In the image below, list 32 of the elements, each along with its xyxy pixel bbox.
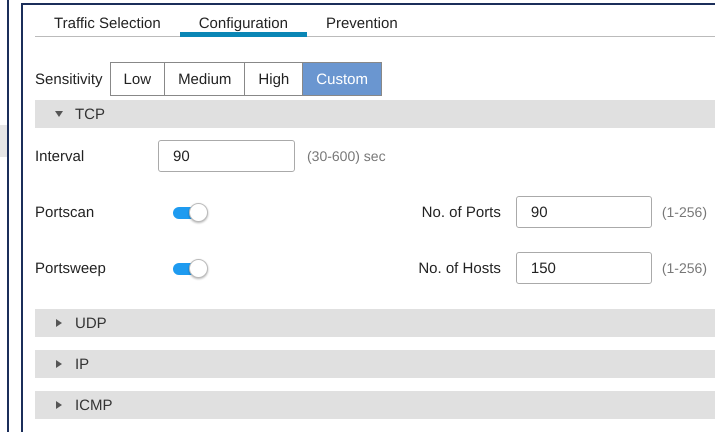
sensitivity-option[interactable]: High — [244, 62, 304, 96]
caret-icon — [55, 319, 63, 327]
number-field[interactable]: 90 — [516, 196, 652, 228]
section-header[interactable]: ICMP — [35, 391, 715, 419]
section-title: UDP — [75, 314, 107, 332]
caret-icon — [55, 401, 63, 409]
section-title: IP — [75, 356, 90, 372]
tab[interactable]: Configuration — [180, 5, 307, 37]
interval-field[interactable]: 90 — [158, 140, 295, 172]
caret-icon — [55, 360, 63, 368]
tab[interactable]: Prevention — [306, 5, 417, 37]
toggle-switch[interactable] — [173, 203, 207, 221]
field-label: No. of Ports — [422, 204, 501, 220]
number-field[interactable]: 150 — [516, 252, 652, 284]
tab[interactable]: Traffic Selection — [35, 5, 180, 37]
caret-icon — [55, 110, 63, 118]
sensitivity-option[interactable]: Low — [110, 62, 166, 96]
section-title: ICMP — [75, 396, 112, 414]
range-hint: (1-256) — [662, 260, 707, 276]
sensitivity-label: Sensitivity — [35, 70, 103, 88]
field-label: No. of Hosts — [418, 260, 501, 276]
section-header[interactable]: IP — [35, 350, 715, 378]
toggle-switch[interactable] — [173, 259, 207, 277]
section-header[interactable]: UDP — [35, 309, 715, 337]
range-hint: (30-600) sec — [307, 148, 386, 164]
toggle-label: Portsweep — [35, 260, 107, 276]
section-header[interactable]: TCP — [35, 100, 715, 128]
sensitivity-option[interactable]: Medium — [164, 62, 246, 96]
interval-label: Interval — [35, 148, 86, 164]
range-hint: (1-256) — [662, 204, 707, 220]
toggle-label: Portscan — [35, 204, 96, 220]
section-title: TCP — [75, 106, 105, 122]
